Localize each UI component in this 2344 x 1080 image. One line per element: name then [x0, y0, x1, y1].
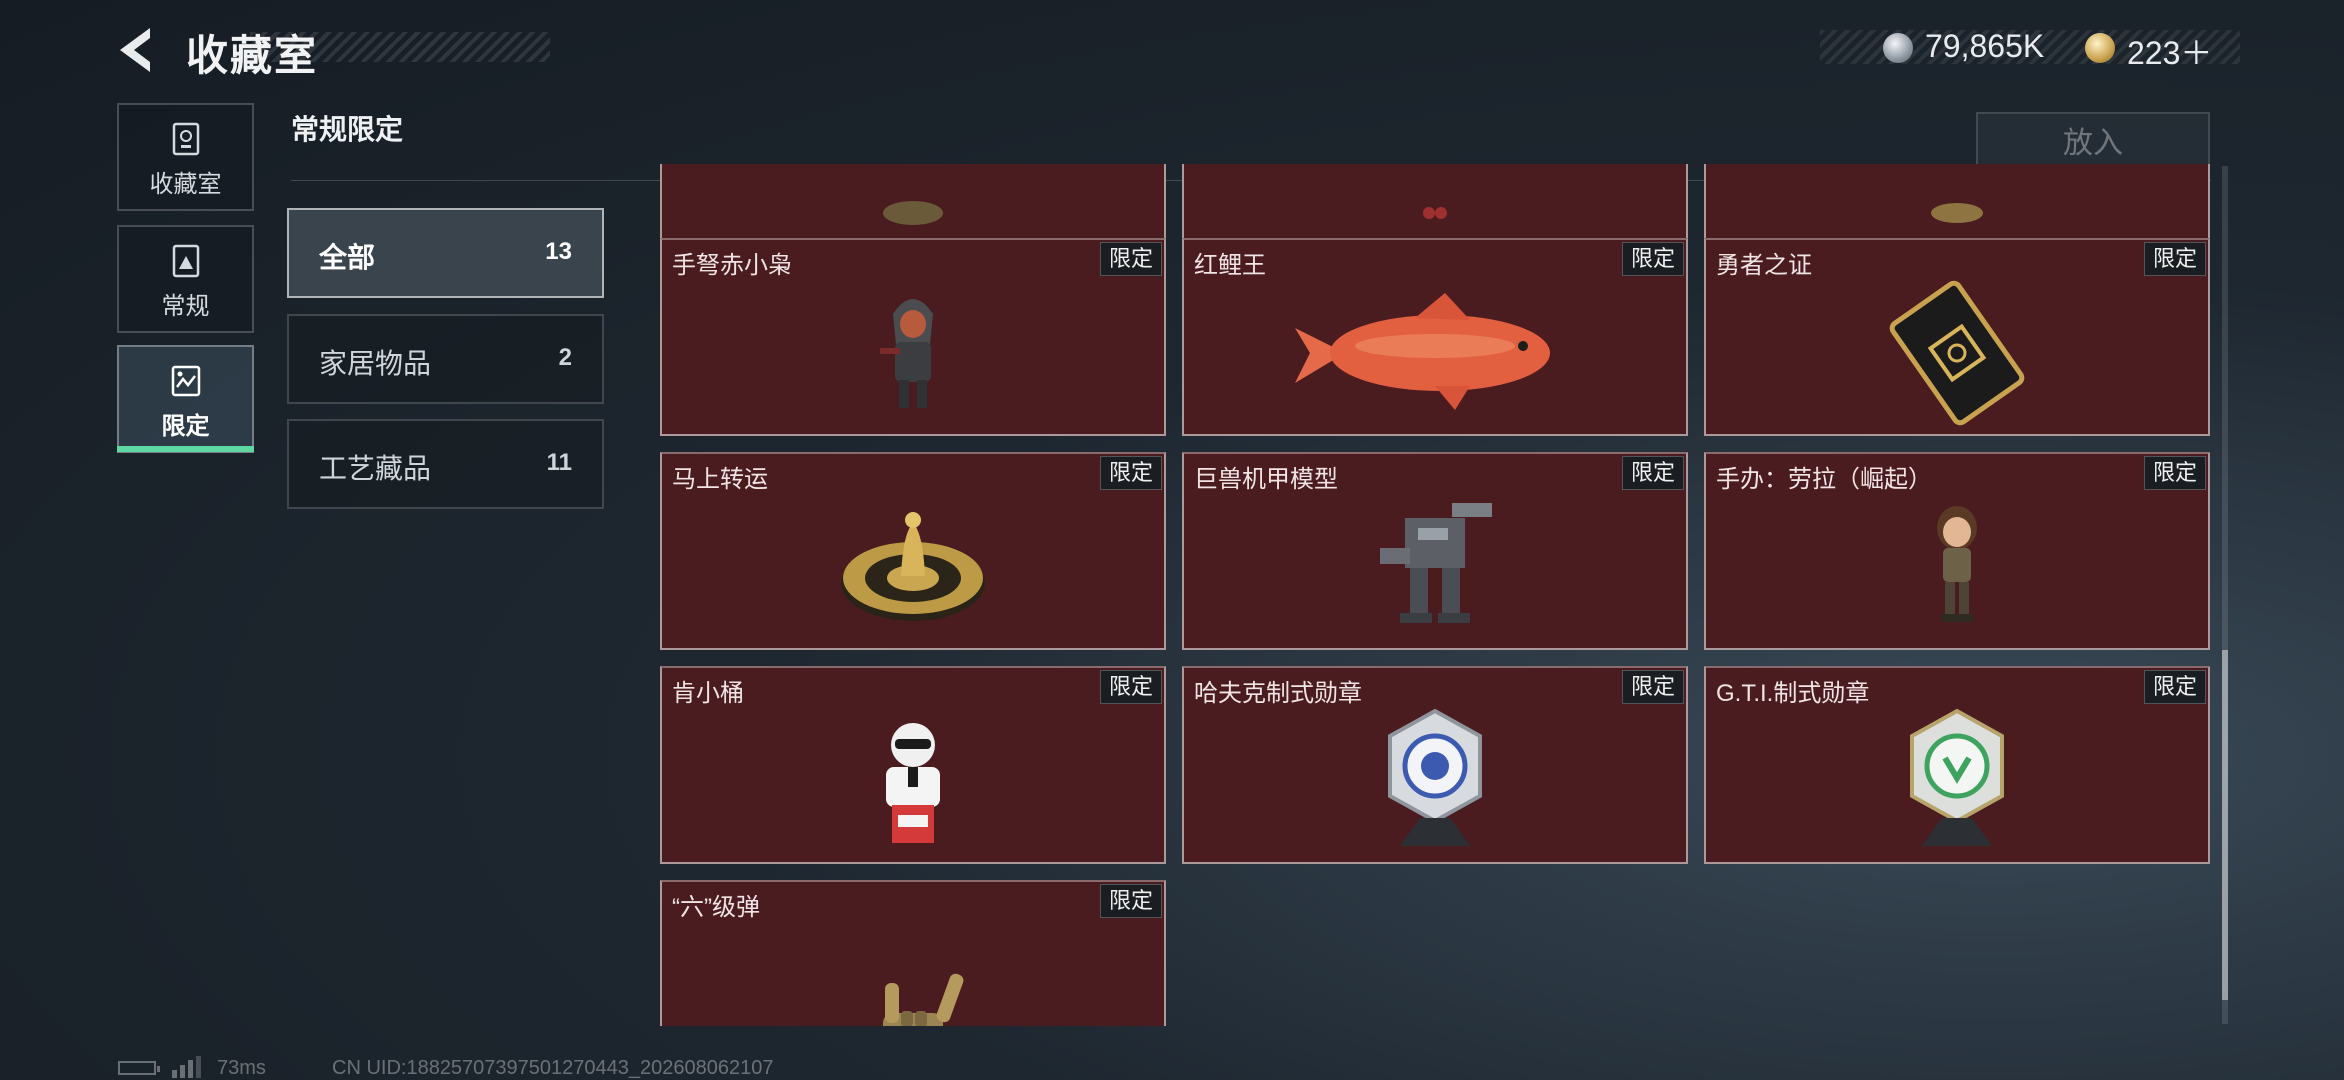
mech-model-icon — [1380, 502, 1492, 623]
item-card[interactable]: “六”级弹 限定 — [660, 880, 1166, 1026]
limited-badge: 限定 — [2143, 456, 2206, 490]
gem-balance[interactable]: 223＋ — [2127, 28, 2212, 74]
partial-item-icon — [1423, 207, 1447, 220]
item-card[interactable]: 勇者之证 限定 — [1704, 238, 2210, 436]
item-card[interactable]: 手办：劳拉（崛起） 限定 — [1704, 452, 2210, 650]
item-name: 马上转运 — [672, 466, 768, 493]
blue-medal-icon — [1388, 708, 1482, 846]
category-count: 13 — [545, 238, 572, 265]
item-card[interactable]: 巨兽机甲模型 限定 — [1182, 452, 1688, 650]
item-name: 肯小桶 — [672, 680, 744, 707]
selected-indicator — [117, 446, 254, 452]
section-title: 常规限定 — [291, 114, 404, 145]
item-card[interactable]: G.T.I.制式勋章 限定 — [1704, 666, 2210, 864]
back-arrow-icon[interactable] — [112, 24, 164, 76]
item-card[interactable]: 手弩赤小枭 限定 — [660, 238, 1166, 436]
category-all[interactable]: 全部 13 — [287, 208, 604, 298]
item-card[interactable]: 肯小桶 限定 — [660, 666, 1166, 864]
category-name: 工艺藏品 — [319, 453, 432, 484]
item-name: 手弩赤小枭 — [672, 252, 792, 279]
limited-badge: 限定 — [1621, 242, 1684, 276]
category-home[interactable]: 家居物品 2 — [287, 314, 604, 404]
lara-figurine-icon — [1937, 505, 1977, 622]
sidebar-item-label: 收藏室 — [149, 171, 222, 198]
item-name: “六”级弹 — [672, 894, 760, 921]
image-frame-icon — [172, 244, 199, 278]
uid-readout: CN UID:18825707397501270443_202608062107 — [332, 1057, 774, 1079]
limited-badge: 限定 — [1621, 670, 1684, 704]
category-name: 全部 — [319, 242, 376, 273]
partial-item-icon — [883, 201, 943, 226]
item-card[interactable]: 哈夫克制式勋章 限定 — [1182, 666, 1688, 864]
item-grid[interactable]: 手弩赤小枭 限定 红鲤王 限定 勇者之证 限定 马上转运 限定 巨兽机甲模型 限… — [660, 164, 2210, 1026]
signal-icon — [172, 1056, 201, 1078]
category-count: 2 — [558, 344, 572, 371]
red-carp-icon — [1295, 292, 1550, 410]
item-card[interactable]: 马上转运 限定 — [660, 452, 1166, 650]
item-name: G.T.I.制式勋章 — [1716, 680, 1870, 707]
category-count: 11 — [546, 449, 572, 476]
scrollbar-thumb[interactable] — [2222, 650, 2228, 1000]
sidebar-item-limited[interactable]: 限定 — [117, 345, 254, 453]
page-title: 收藏室 — [186, 32, 319, 79]
limited-badge: 限定 — [1099, 456, 1162, 490]
item-name: 勇者之证 — [1716, 252, 1812, 279]
item-name: 哈夫克制式勋章 — [1194, 680, 1362, 707]
item-name: 巨兽机甲模型 — [1194, 466, 1338, 493]
gold-wheel-icon — [841, 511, 985, 621]
golden-hand-icon — [883, 973, 964, 1026]
green-medal-icon — [1910, 708, 2004, 846]
limited-badge: 限定 — [1099, 884, 1162, 918]
limited-badge: 限定 — [2143, 670, 2206, 704]
landscape-icon — [171, 365, 200, 397]
colonel-figurine-icon — [886, 722, 940, 843]
item-card[interactable]: 红鲤王 限定 — [1182, 238, 1688, 436]
limited-badge: 限定 — [1099, 670, 1162, 704]
limited-badge: 限定 — [2143, 242, 2206, 276]
gold-gem-icon[interactable] — [2085, 33, 2115, 63]
partial-item-icon — [1931, 203, 1983, 224]
gold-card-icon — [1889, 280, 2025, 425]
category-craft[interactable]: 工艺藏品 11 — [287, 419, 604, 509]
category-name: 家居物品 — [319, 348, 432, 379]
limited-badge: 限定 — [1099, 242, 1162, 276]
item-name: 手办：劳拉（崛起） — [1716, 466, 1932, 493]
sidebar-item-label: 限定 — [161, 413, 210, 440]
silver-coin-icon — [1883, 33, 1913, 63]
trophy-icon — [172, 122, 199, 156]
sidebar-item-label: 常规 — [161, 293, 210, 320]
hooded-figurine-icon — [880, 298, 933, 408]
limited-badge: 限定 — [1621, 456, 1684, 490]
sidebar-item-collection[interactable]: 收藏室 — [117, 103, 254, 211]
battery-icon — [118, 1061, 160, 1075]
item-name: 红鲤王 — [1194, 252, 1266, 279]
coin-balance: 79,865K — [1925, 28, 2045, 64]
sidebar-item-regular[interactable]: 常规 — [117, 225, 254, 333]
ping-readout: 73ms — [217, 1057, 266, 1079]
